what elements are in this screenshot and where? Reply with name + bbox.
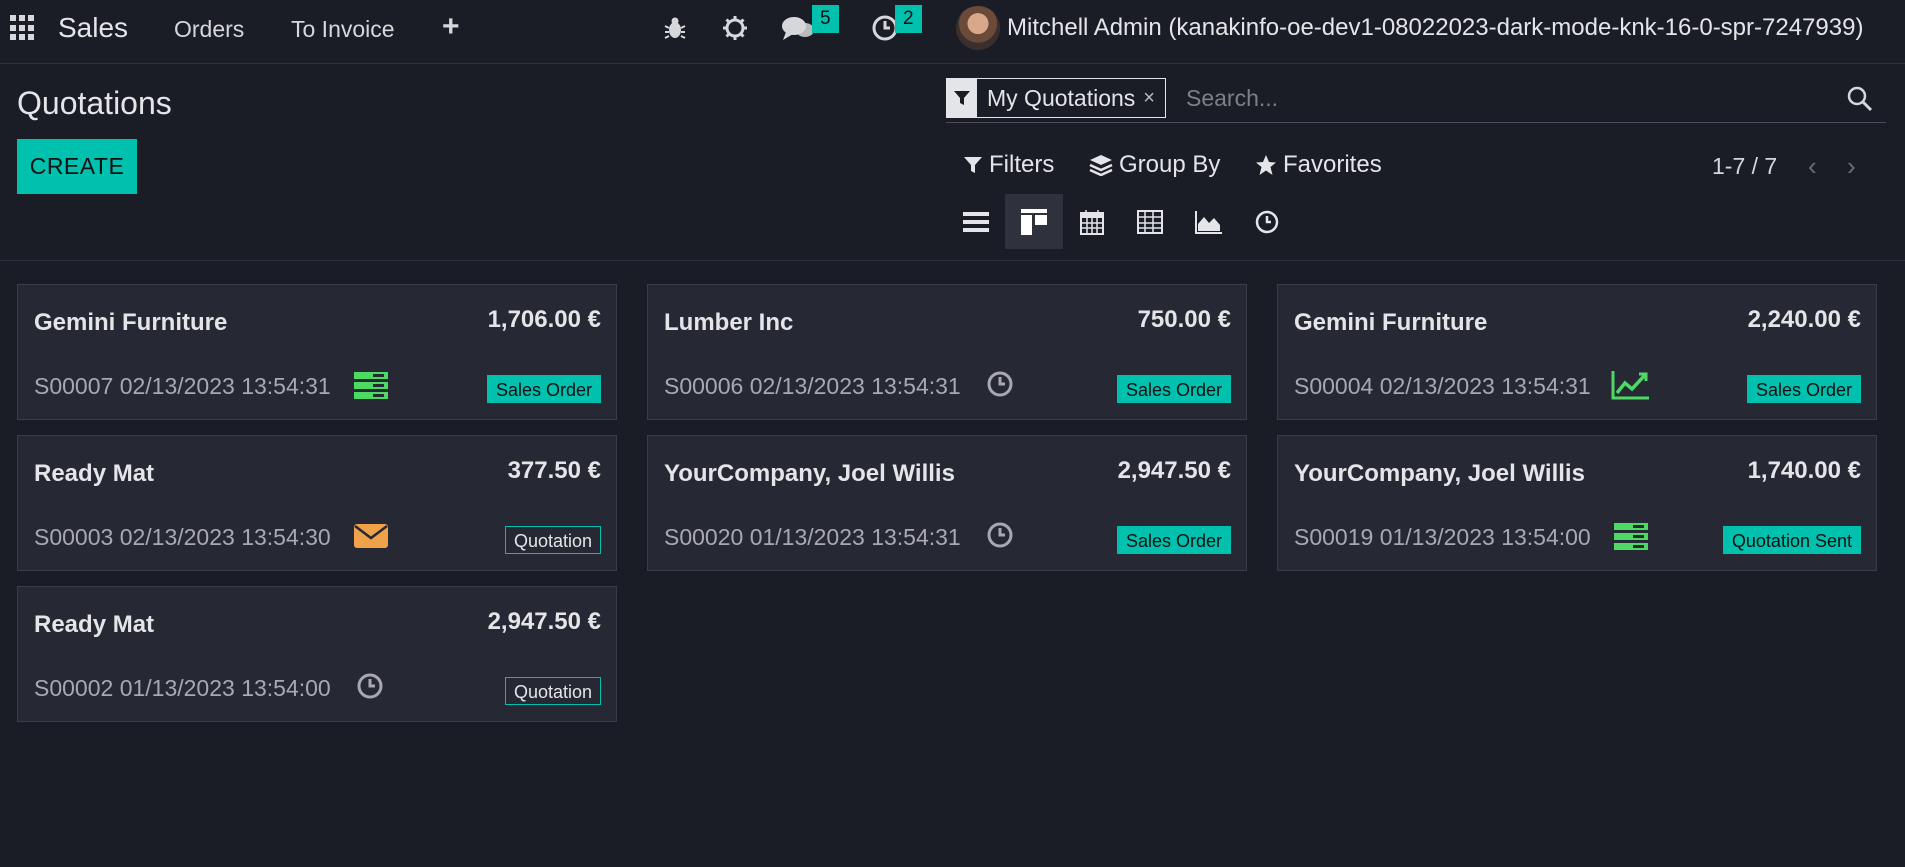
status-badge: Quotation xyxy=(504,526,601,554)
gear-icon[interactable] xyxy=(721,14,749,42)
card-partner: Gemini Furniture xyxy=(34,309,228,336)
kanban-card[interactable]: Ready Mat 377.50 € S00003 02/13/2023 13:… xyxy=(17,435,617,571)
kanban-card[interactable]: YourCompany, Joel Willis 1,740.00 € S000… xyxy=(1277,435,1877,571)
facet-label: My Quotations xyxy=(987,84,1136,111)
card-amount: 1,706.00 € xyxy=(487,306,601,333)
filters-label: Filters xyxy=(989,151,1055,178)
plus-icon[interactable]: + xyxy=(442,10,460,44)
card-reference: S00004 02/13/2023 13:54:31 xyxy=(1294,373,1591,399)
card-amount: 750.00 € xyxy=(1137,306,1231,333)
kanban-card[interactable]: Lumber Inc 750.00 € S00006 02/13/2023 13… xyxy=(647,284,1247,420)
card-partner: Ready Mat xyxy=(34,460,155,487)
clock-view-icon xyxy=(1255,210,1279,233)
pivot-view-button[interactable] xyxy=(1121,194,1179,249)
layers-icon xyxy=(1089,155,1113,176)
activities-badge: 2 xyxy=(895,5,922,33)
list-view-icon xyxy=(963,211,989,232)
filters-button[interactable]: Filters xyxy=(963,151,1054,179)
kanban-card[interactable]: Gemini Furniture 1,706.00 € S00007 02/13… xyxy=(17,284,617,420)
card-amount: 2,240.00 € xyxy=(1747,306,1861,333)
filter-funnel-icon xyxy=(964,157,982,173)
messages-icon[interactable] xyxy=(781,14,815,42)
favorites-label: Favorites xyxy=(1283,151,1382,178)
area-chart-icon xyxy=(1195,210,1222,234)
clock-icon[interactable] xyxy=(985,369,1015,399)
card-reference: S00006 02/13/2023 13:54:31 xyxy=(664,373,961,399)
user-avatar[interactable] xyxy=(956,6,1000,50)
bug-icon[interactable] xyxy=(661,14,689,42)
status-badge: Sales Order xyxy=(1116,526,1231,554)
groupby-button[interactable]: Group By xyxy=(1089,151,1220,179)
card-partner: YourCompany, Joel Willis xyxy=(664,460,955,487)
groupby-label: Group By xyxy=(1119,151,1221,178)
pivot-table-icon xyxy=(1137,209,1163,234)
messages-badge: 5 xyxy=(812,5,839,33)
app-brand[interactable]: Sales xyxy=(58,12,128,44)
create-button[interactable]: CREATE xyxy=(17,139,137,194)
card-partner: Ready Mat xyxy=(34,611,155,638)
search-bar: My Quotations × xyxy=(946,77,1886,123)
menu-to-invoice[interactable]: To Invoice xyxy=(291,16,395,43)
activity-view-button[interactable] xyxy=(1238,194,1296,249)
kanban-view-icon xyxy=(1021,208,1047,235)
card-partner: Gemini Furniture xyxy=(1294,309,1488,336)
graph-view-button[interactable] xyxy=(1180,194,1238,249)
status-badge: Sales Order xyxy=(1746,375,1861,403)
favorites-button[interactable]: Favorites xyxy=(1255,151,1382,179)
search-icon[interactable] xyxy=(1846,85,1874,113)
search-facet: My Quotations × xyxy=(946,78,1166,118)
card-partner: Lumber Inc xyxy=(664,309,794,336)
chart-line-icon[interactable] xyxy=(1611,369,1651,401)
kanban-view-button[interactable] xyxy=(1005,194,1063,249)
pager-previous-icon[interactable]: ‹ xyxy=(1808,151,1817,182)
card-amount: 377.50 € xyxy=(507,457,601,484)
facet-remove-icon[interactable]: × xyxy=(1143,79,1165,117)
star-icon xyxy=(1256,155,1276,175)
clock-icon[interactable] xyxy=(985,520,1015,550)
todo-list-icon[interactable] xyxy=(1613,520,1649,552)
calendar-view-icon xyxy=(1080,209,1104,235)
kanban-card[interactable]: Ready Mat 2,947.50 € S00002 01/13/2023 1… xyxy=(17,586,617,722)
list-view-button[interactable] xyxy=(947,194,1005,249)
status-badge: Sales Order xyxy=(486,375,601,403)
calendar-view-button[interactable] xyxy=(1063,194,1121,249)
top-navbar: Sales Orders To Invoice + 5 2 Mitchell A… xyxy=(0,0,1905,64)
card-reference: S00019 01/13/2023 13:54:00 xyxy=(1294,524,1591,550)
page-title: Quotations xyxy=(17,85,172,121)
status-badge: Quotation xyxy=(504,677,601,705)
control-panel: Quotations CREATE My Quotations × Filter… xyxy=(0,65,1905,261)
card-reference: S00020 01/13/2023 13:54:31 xyxy=(664,524,961,550)
card-reference: S00003 02/13/2023 13:54:30 xyxy=(34,524,331,550)
user-menu-name[interactable]: Mitchell Admin (kanakinfo-oe-dev1-080220… xyxy=(1007,14,1863,42)
pager-value[interactable]: 1-7 / 7 xyxy=(1712,153,1777,180)
menu-orders[interactable]: Orders xyxy=(174,16,244,43)
envelope-icon[interactable] xyxy=(353,520,389,552)
card-amount: 2,947.50 € xyxy=(1117,457,1231,484)
status-badge: Sales Order xyxy=(1116,375,1231,403)
card-partner: YourCompany, Joel Willis xyxy=(1294,460,1585,487)
kanban-card[interactable]: Gemini Furniture 2,240.00 € S00004 02/13… xyxy=(1277,284,1877,420)
card-reference: S00002 01/13/2023 13:54:00 xyxy=(34,675,331,701)
pager-next-icon[interactable]: › xyxy=(1847,151,1856,182)
card-amount: 1,740.00 € xyxy=(1747,457,1861,484)
card-reference: S00007 02/13/2023 13:54:31 xyxy=(34,373,331,399)
todo-list-icon[interactable] xyxy=(353,369,389,401)
apps-menu-icon[interactable] xyxy=(10,15,36,41)
kanban-card[interactable]: YourCompany, Joel Willis 2,947.50 € S000… xyxy=(647,435,1247,571)
clock-icon[interactable] xyxy=(355,671,385,701)
status-badge: Quotation Sent xyxy=(1722,526,1861,554)
card-amount: 2,947.50 € xyxy=(487,608,601,635)
filter-icon xyxy=(947,79,977,117)
search-input[interactable] xyxy=(1186,81,1826,115)
